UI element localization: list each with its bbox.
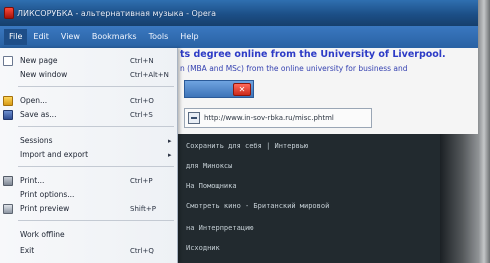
menu-item-shortcut: Ctrl+Q xyxy=(130,246,154,255)
menu-item-sessions[interactable]: Sessions ▸ xyxy=(0,134,178,147)
new-page-icon xyxy=(3,55,13,66)
web-page: ts degree online from the University of … xyxy=(178,48,478,263)
menu-file[interactable]: File xyxy=(4,29,28,45)
menu-separator xyxy=(18,86,174,87)
menu-item-label: Print... xyxy=(20,176,45,185)
laptop-bezel xyxy=(478,0,490,263)
ad-subline[interactable]: n (MBA and MSc) from the online universi… xyxy=(180,64,480,73)
menu-item-new-window[interactable]: New window Ctrl+Alt+N xyxy=(0,68,178,81)
list-item[interactable]: Смотреть кино - Британский мировой xyxy=(186,202,329,210)
print-preview-icon xyxy=(3,203,13,214)
list-item[interactable]: Сохранить для себя | Интервью xyxy=(186,142,308,150)
menu-item-print-preview[interactable]: Print preview Shift+P xyxy=(0,202,178,215)
menu-item-label: Exit xyxy=(20,246,35,255)
address-bar[interactable]: http://www.in-sov-rbka.ru/misc.phtml xyxy=(184,108,372,128)
menu-item-label: Sessions xyxy=(20,136,53,145)
opera-logo-icon xyxy=(4,7,14,19)
menu-bookmarks[interactable]: Bookmarks xyxy=(86,29,143,45)
menu-item-label: New window xyxy=(20,70,68,79)
menu-bar: File Edit View Bookmarks Tools Help xyxy=(0,26,478,48)
menu-item-label: New page xyxy=(20,56,58,65)
save-icon xyxy=(3,109,13,120)
list-item[interactable]: На Помощника xyxy=(186,182,237,190)
menu-item-work-offline[interactable]: Work offline xyxy=(0,228,178,241)
menu-item-open[interactable]: Open... Ctrl+O xyxy=(0,94,178,107)
menu-separator xyxy=(18,126,174,127)
dark-content-panel: Сохранить для себя | Интервью для Минокс… xyxy=(178,134,440,263)
menu-help[interactable]: Help xyxy=(174,29,204,45)
panel-edge xyxy=(440,134,478,263)
file-dropdown-menu: New page Ctrl+N New window Ctrl+Alt+N Op… xyxy=(0,48,178,263)
menu-item-shortcut: Ctrl+N xyxy=(130,56,154,65)
menu-item-label: Open... xyxy=(20,96,48,105)
menu-item-shortcut: Ctrl+S xyxy=(130,110,153,119)
menu-item-shortcut: Ctrl+O xyxy=(130,96,154,105)
submenu-arrow-icon: ▸ xyxy=(168,150,172,159)
menu-item-import-export[interactable]: Import and export ▸ xyxy=(0,148,178,161)
menu-item-label: Work offline xyxy=(20,230,65,239)
menu-view[interactable]: View xyxy=(55,29,86,45)
menu-item-label: Import and export xyxy=(20,150,89,159)
address-text[interactable]: http://www.in-sov-rbka.ru/misc.phtml xyxy=(204,114,334,122)
menu-item-exit[interactable]: Exit Ctrl+Q xyxy=(0,244,178,257)
list-item[interactable]: Исходник xyxy=(186,244,220,252)
screen: ЛИКСОРУБКА - альтернативная музыка - Ope… xyxy=(0,0,490,263)
folder-icon xyxy=(3,95,13,106)
popup-window-titlebar: ✕ xyxy=(184,80,254,98)
menu-item-label: Print preview xyxy=(20,204,70,213)
menu-item-print-options[interactable]: Print options... xyxy=(0,188,178,201)
submenu-arrow-icon: ▸ xyxy=(168,136,172,145)
menu-item-save-as[interactable]: Save as... Ctrl+S xyxy=(0,108,178,121)
title-bar: ЛИКСОРУБКА - альтернативная музыка - Ope… xyxy=(0,0,478,26)
menu-separator xyxy=(18,220,174,221)
list-item[interactable]: на Интерпретацию xyxy=(186,224,253,232)
print-icon xyxy=(3,175,13,186)
list-item[interactable]: для Миноксы xyxy=(186,162,232,170)
close-button[interactable]: ✕ xyxy=(233,82,251,96)
menu-item-shortcut: Ctrl+Alt+N xyxy=(130,70,169,79)
menu-item-new-page[interactable]: New page Ctrl+N xyxy=(0,54,178,67)
menu-edit[interactable]: Edit xyxy=(27,29,55,45)
menu-item-label: Save as... xyxy=(20,110,57,119)
menu-tools[interactable]: Tools xyxy=(143,29,175,45)
menu-item-shortcut: Shift+P xyxy=(130,204,156,213)
page-icon xyxy=(188,112,200,124)
window-title: ЛИКСОРУБКА - альтернативная музыка - Ope… xyxy=(17,8,216,18)
menu-item-shortcut: Ctrl+P xyxy=(130,176,153,185)
menu-separator xyxy=(18,166,174,167)
menu-item-label: Print options... xyxy=(20,190,75,199)
ad-headline[interactable]: ts degree online from the University of … xyxy=(180,49,480,60)
menu-item-print[interactable]: Print... Ctrl+P xyxy=(0,174,178,187)
